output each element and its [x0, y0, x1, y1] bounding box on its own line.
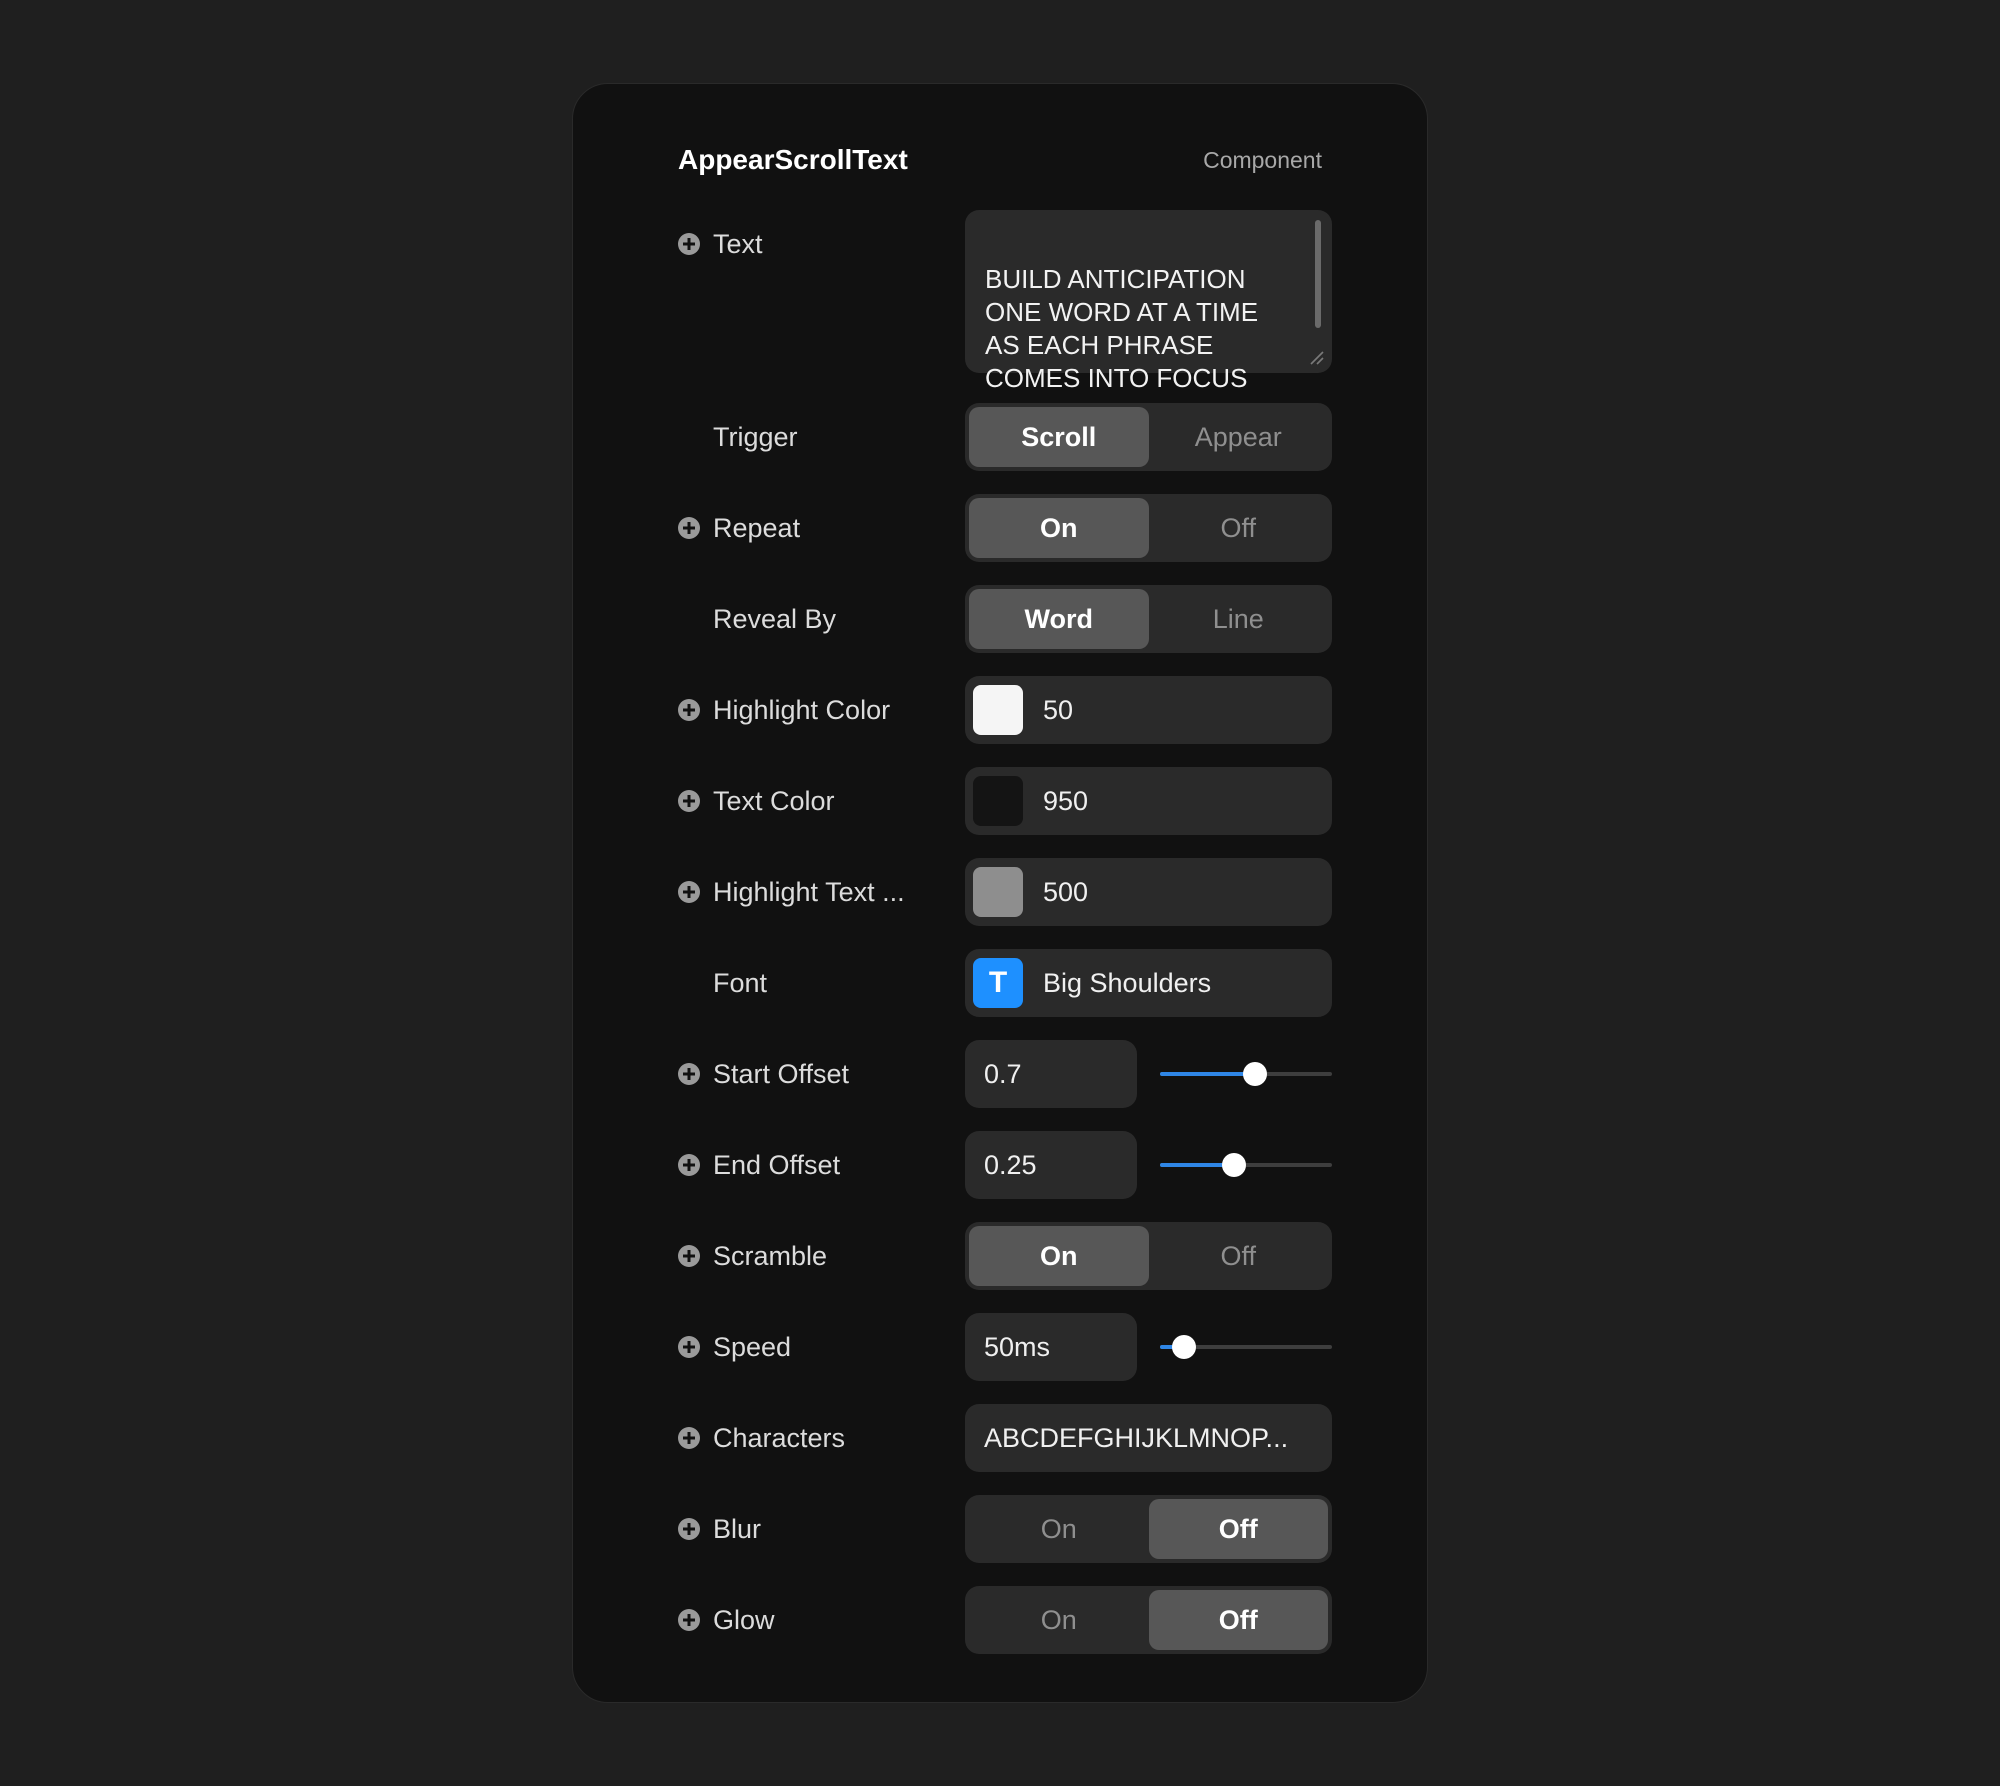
- font-picker[interactable]: T Big Shoulders: [965, 949, 1332, 1017]
- reveal-by-option-line[interactable]: Line: [1149, 589, 1329, 649]
- prop-row-glow: Glow On Off: [678, 1586, 1332, 1654]
- prop-row-start-offset: Start Offset 0.7: [678, 1040, 1332, 1108]
- prop-label-blur: Blur: [678, 1495, 761, 1563]
- prop-label-highlight-color: Highlight Color: [678, 676, 890, 744]
- add-variable-icon[interactable]: [678, 1154, 700, 1176]
- slider-knob[interactable]: [1221, 1153, 1246, 1177]
- highlight-text-color-value: 500: [1043, 876, 1089, 907]
- resize-grip-icon[interactable]: [1308, 349, 1324, 365]
- prop-row-reveal-by: Reveal By Word Line: [678, 585, 1332, 653]
- start-offset-control: 0.7: [965, 1040, 1332, 1108]
- add-variable-icon[interactable]: [678, 1518, 700, 1540]
- add-variable-icon[interactable]: [678, 881, 700, 903]
- start-offset-input[interactable]: 0.7: [965, 1040, 1137, 1108]
- color-swatch[interactable]: [973, 776, 1023, 826]
- textarea-scrollbar[interactable]: [1315, 220, 1321, 328]
- reveal-by-segmented-control: Word Line: [965, 585, 1332, 653]
- slider-fill: [1160, 1072, 1255, 1076]
- prop-label-start-offset: Start Offset: [678, 1040, 849, 1108]
- prop-label-end-offset: End Offset: [678, 1131, 840, 1199]
- prop-row-trigger: Trigger Scroll Appear: [678, 403, 1332, 471]
- prop-row-end-offset: End Offset 0.25: [678, 1131, 1332, 1199]
- slider-knob[interactable]: [1172, 1335, 1197, 1359]
- prop-label-reveal-by: Reveal By: [713, 603, 837, 634]
- add-variable-icon[interactable]: [678, 233, 700, 255]
- glow-option-off[interactable]: Off: [1148, 1590, 1328, 1650]
- trigger-option-appear[interactable]: Appear: [1149, 407, 1329, 467]
- start-offset-slider[interactable]: [1160, 1040, 1332, 1108]
- highlight-text-color-field[interactable]: 500: [965, 858, 1332, 926]
- prop-label-trigger: Trigger: [713, 421, 798, 452]
- characters-value: ABCDEFGHIJKLMNOP...: [984, 1422, 1289, 1453]
- repeat-option-off[interactable]: Off: [1149, 498, 1329, 558]
- add-variable-icon[interactable]: [678, 1427, 700, 1449]
- add-variable-icon[interactable]: [678, 1245, 700, 1267]
- speed-input[interactable]: 50ms: [965, 1313, 1137, 1381]
- end-offset-input[interactable]: 0.25: [965, 1131, 1137, 1199]
- highlight-color-field[interactable]: 50: [965, 676, 1332, 744]
- prop-row-font: Font T Big Shoulders: [678, 949, 1332, 1017]
- prop-row-highlight-text-color: Highlight Text ... 500: [678, 858, 1332, 926]
- prop-row-repeat: Repeat On Off: [678, 494, 1332, 562]
- blur-segmented-control: On Off: [965, 1495, 1332, 1563]
- end-offset-slider[interactable]: [1160, 1131, 1332, 1199]
- color-swatch[interactable]: [973, 867, 1023, 917]
- scramble-option-off[interactable]: Off: [1149, 1226, 1329, 1286]
- panel-header: AppearScrollText Component: [678, 140, 1322, 180]
- add-variable-icon[interactable]: [678, 790, 700, 812]
- speed-control: 50ms: [965, 1313, 1332, 1381]
- prop-label-repeat: Repeat: [678, 494, 800, 562]
- add-variable-icon[interactable]: [678, 699, 700, 721]
- text-textarea-value: BUILD ANTICIPATION ONE WORD AT A TIME AS…: [985, 264, 1259, 393]
- property-panel: AppearScrollText Component Text BUILD AN…: [572, 83, 1428, 1703]
- add-variable-icon[interactable]: [678, 1336, 700, 1358]
- reveal-by-option-word[interactable]: Word: [969, 589, 1149, 649]
- blur-option-off[interactable]: Off: [1148, 1499, 1328, 1559]
- scramble-segmented-control: On Off: [965, 1222, 1332, 1290]
- prop-row-highlight-color: Highlight Color 50: [678, 676, 1332, 744]
- text-textarea[interactable]: BUILD ANTICIPATION ONE WORD AT A TIME AS…: [965, 210, 1332, 393]
- characters-input[interactable]: ABCDEFGHIJKLMNOP...: [965, 1404, 1332, 1472]
- prop-label-text: Text: [678, 210, 763, 278]
- prop-row-text: Text BUILD ANTICIPATION ONE WORD AT A TI…: [678, 210, 1332, 393]
- speed-slider[interactable]: [1160, 1313, 1332, 1381]
- glow-option-on[interactable]: On: [969, 1590, 1149, 1650]
- trigger-option-scroll[interactable]: Scroll: [969, 407, 1149, 467]
- slider-knob[interactable]: [1242, 1062, 1267, 1086]
- prop-row-scramble: Scramble On Off: [678, 1222, 1332, 1290]
- prop-row-text-color: Text Color 950: [678, 767, 1332, 835]
- trigger-segmented-control: Scroll Appear: [965, 403, 1332, 471]
- repeat-segmented-control: On Off: [965, 494, 1332, 562]
- repeat-option-on[interactable]: On: [969, 498, 1149, 558]
- prop-label-characters: Characters: [678, 1404, 845, 1472]
- prop-label-glow: Glow: [678, 1586, 775, 1654]
- add-variable-icon[interactable]: [678, 1063, 700, 1085]
- end-offset-control: 0.25: [965, 1131, 1332, 1199]
- text-color-field[interactable]: 950: [965, 767, 1332, 835]
- prop-label-speed: Speed: [678, 1313, 791, 1381]
- glow-segmented-control: On Off: [965, 1586, 1332, 1654]
- text-font-icon: T: [973, 958, 1023, 1008]
- prop-label-text-color: Text Color: [678, 767, 835, 835]
- prop-label-highlight-text-color: Highlight Text ...: [678, 858, 905, 926]
- prop-row-blur: Blur On Off: [678, 1495, 1332, 1563]
- prop-row-characters: Characters ABCDEFGHIJKLMNOP...: [678, 1404, 1332, 1472]
- add-variable-icon[interactable]: [678, 517, 700, 539]
- component-type-label: Component: [1203, 146, 1322, 173]
- add-variable-icon[interactable]: [678, 1609, 700, 1631]
- color-swatch[interactable]: [973, 685, 1023, 735]
- highlight-color-value: 50: [1043, 694, 1074, 725]
- prop-label-scramble: Scramble: [678, 1222, 827, 1290]
- text-color-value: 950: [1043, 785, 1089, 816]
- scramble-option-on[interactable]: On: [969, 1226, 1149, 1286]
- component-name: AppearScrollText: [678, 144, 908, 175]
- prop-label-font: Font: [713, 967, 768, 998]
- blur-option-on[interactable]: On: [969, 1499, 1149, 1559]
- font-value: Big Shoulders: [1043, 967, 1212, 998]
- prop-row-speed: Speed 50ms: [678, 1313, 1332, 1381]
